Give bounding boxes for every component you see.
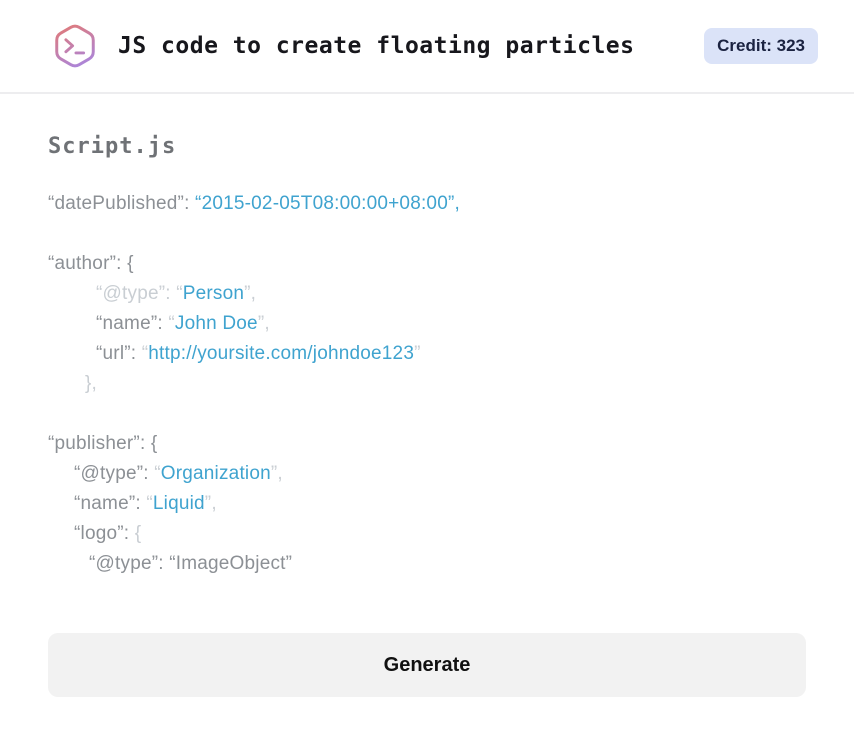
code-line: “logo”: { bbox=[48, 519, 806, 549]
main-content: Script.js “datePublished”: “2015-02-05T0… bbox=[0, 134, 854, 579]
generate-button[interactable]: Generate bbox=[48, 633, 806, 697]
code-line: “@type”: “ImageObject” bbox=[48, 549, 806, 579]
code-segment: Organization bbox=[160, 463, 271, 484]
code-line: }, bbox=[48, 369, 806, 399]
code-segment: “datePublished”: bbox=[48, 193, 196, 214]
app-header: JS code to create floating particles Cre… bbox=[0, 0, 854, 94]
code-segment: “publisher”: { bbox=[48, 433, 158, 454]
credit-badge: Credit: 323 bbox=[704, 28, 818, 64]
code-segment: ”, bbox=[244, 283, 257, 304]
app-logo bbox=[52, 20, 98, 72]
code-segment: “url”: bbox=[96, 343, 142, 364]
code-line: “name”: “Liquid”, bbox=[48, 489, 806, 519]
code-line: “datePublished”: “2015-02-05T08:00:00+08… bbox=[48, 189, 806, 219]
code-segment: “name”: bbox=[74, 493, 147, 514]
page-title: JS code to create floating particles bbox=[118, 33, 635, 59]
code-segment: Liquid bbox=[152, 493, 205, 514]
code-segment: “name”: bbox=[96, 313, 169, 334]
code-segment: Person bbox=[182, 283, 245, 304]
code-segment: “author”: { bbox=[48, 253, 134, 274]
code-line: “publisher”: { bbox=[48, 429, 806, 459]
code-segment: ”, bbox=[270, 463, 283, 484]
code-segment: ”, bbox=[257, 313, 270, 334]
code-segment: “@type”: “ bbox=[96, 283, 183, 304]
code-segment: }, bbox=[85, 373, 98, 394]
code-segment: “2015-02-05T08:00:00+08:00”, bbox=[195, 193, 460, 214]
terminal-hexagon-icon bbox=[55, 24, 95, 68]
code-segment: ” bbox=[414, 343, 421, 364]
code-line: “author”: { bbox=[48, 249, 806, 279]
code-segment: “@type”: “ImageObject” bbox=[89, 553, 293, 574]
code-line: “@type”: “Organization”, bbox=[48, 459, 806, 489]
code-line: “name”: “John Doe”, bbox=[48, 309, 806, 339]
code-line: “url”: “http://yoursite.com/johndoe123” bbox=[48, 339, 806, 369]
code-line: “@type”: “Person”, bbox=[48, 279, 806, 309]
code-segment: “logo”: bbox=[74, 523, 135, 544]
code-segment: “@type”: bbox=[74, 463, 155, 484]
code-segment: ”, bbox=[204, 493, 217, 514]
code-segment: John Doe bbox=[174, 313, 258, 334]
code-block: “datePublished”: “2015-02-05T08:00:00+08… bbox=[48, 189, 806, 579]
code-segment: http://yoursite.com/johndoe123 bbox=[148, 343, 415, 364]
script-filename: Script.js bbox=[48, 134, 177, 159]
code-segment: { bbox=[134, 523, 142, 544]
